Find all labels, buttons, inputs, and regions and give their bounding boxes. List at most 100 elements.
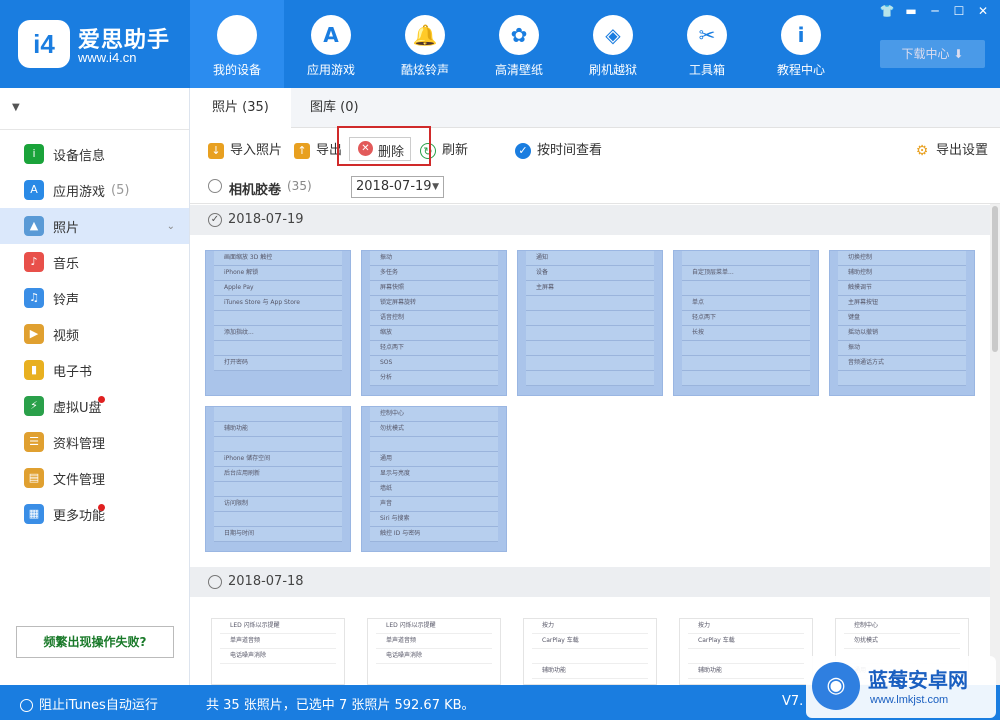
thumbnail-text-row bbox=[682, 371, 810, 386]
thumbnail-text-row bbox=[370, 437, 498, 452]
sidebar-item[interactable]: ♪ 音乐 bbox=[0, 244, 189, 280]
date-group-header[interactable]: 2018-07-18 bbox=[190, 567, 990, 597]
bell-icon: ♫ bbox=[24, 288, 44, 308]
photo-thumbnail[interactable]: 振动 多任务 屏幕快照 锁定屏幕旋转 语音控制 缩放 轻点两下 SOS 分析 bbox=[361, 250, 507, 396]
notification-dot bbox=[98, 396, 105, 403]
sidebar-item-label: 电子书 bbox=[53, 364, 93, 380]
sidebar-item[interactable]: A 应用游戏 (5) bbox=[0, 172, 189, 208]
thumbnail-text-row: 控制中心 bbox=[370, 407, 498, 422]
app-logo: i4 bbox=[18, 20, 70, 68]
photo-thumbnail[interactable]: 按力 CarPlay 车载 辅助功能 bbox=[523, 618, 657, 685]
tab-photos[interactable]: 照片 (35) bbox=[190, 88, 291, 129]
photo-thumbnail[interactable]: 切换控制 辅助控制 触摸调节 主屏幕按钮 键盘 摇动以撤销 振动 音频通话方式 bbox=[829, 250, 975, 396]
nav-item[interactable]: 🔔 酷炫铃声 bbox=[378, 0, 472, 88]
album-label: 相机胶卷 bbox=[229, 183, 282, 198]
download-center-button[interactable]: 下载中心 ⬇ bbox=[880, 40, 985, 68]
minimize-icon[interactable]: ─ bbox=[924, 2, 946, 20]
thumbnail-text-row bbox=[526, 341, 654, 356]
thumbnail-text-row bbox=[214, 512, 342, 527]
caret-down-icon: ▼ bbox=[12, 102, 20, 113]
help-button[interactable]: 频繁出现操作失败? bbox=[16, 626, 174, 658]
thumbnail-text-row bbox=[682, 341, 810, 356]
sidebar-item[interactable]: ▶ 视频 bbox=[0, 316, 189, 352]
selection-summary: 共 35 张照片，已选中 7 张照片 592.67 KB。 bbox=[206, 698, 475, 713]
nav-item[interactable]: ✂ 工具箱 bbox=[660, 0, 754, 88]
thumbnail-text-row: 分析 bbox=[370, 371, 498, 386]
thumbnail-text-row: SOS bbox=[370, 356, 498, 371]
block-itunes-toggle[interactable]: 阻止iTunes自动运行 bbox=[20, 694, 158, 713]
sidebar-item[interactable]: ▦ 更多功能 bbox=[0, 496, 189, 532]
gear-icon: ⚙ bbox=[914, 143, 930, 159]
menu-icon[interactable]: ▬ bbox=[900, 2, 922, 20]
thumbnail-text-row: 勿扰模式 bbox=[370, 422, 498, 437]
watermark-url: www.lmkjst.com bbox=[870, 694, 949, 706]
photo-thumbnail[interactable]: 控制中心 勿扰模式 通用 显示与亮度 墙纸 声音 Siri 与搜索 触控 ID 与密码 bbox=[361, 406, 507, 552]
delete-button[interactable]: ✕ 删除 bbox=[349, 137, 411, 161]
sidebar-item-label: 铃声 bbox=[53, 292, 80, 308]
photo-thumbnail[interactable]: 按力 CarPlay 车载 辅助功能 bbox=[679, 618, 813, 685]
photo-thumbnail[interactable]: 自定顶层菜单... 单点 轻点两下 长按 bbox=[673, 250, 819, 396]
sidebar-item[interactable]: ⚡ 虚拟U盘 bbox=[0, 388, 189, 424]
thumbnail-text-row: 日期与时间 bbox=[214, 527, 342, 542]
close-icon[interactable]: ✕ bbox=[972, 2, 994, 20]
nav-item[interactable]: i 教程中心 bbox=[754, 0, 848, 88]
skin-icon[interactable]: 👕 bbox=[876, 2, 898, 20]
top-bar: i4 爱思助手 www.i4.cn 我的设备 A 应用游戏 🔔 酷炫铃声 ✿ 高清壁纸 ◈ 刷机… bbox=[0, 0, 1000, 88]
group-check-icon[interactable]: ✓ bbox=[208, 213, 222, 227]
photo-thumbnail[interactable]: 通知 设备 主屏幕 bbox=[517, 250, 663, 396]
thumbnail-text-row: 勿扰模式 bbox=[844, 634, 960, 649]
tab-gallery[interactable]: 图库 (0) bbox=[288, 88, 381, 128]
android-icon: ◉ bbox=[812, 662, 860, 710]
photo-thumbnail[interactable]: 辅助功能 iPhone 储存空间 后台应用刷新 访问限制 日期与时间 bbox=[205, 406, 351, 552]
export-settings-label: 导出设置 bbox=[936, 143, 989, 158]
photo-thumbnail[interactable]: LED 闪烁以示提醒 单声道音频 电话噪声消除 bbox=[211, 618, 345, 685]
thumbnail-text-row: 缩放 bbox=[370, 326, 498, 341]
nav-item[interactable]: 我的设备 bbox=[190, 0, 284, 88]
device-selector[interactable]: ▼ bbox=[0, 88, 189, 130]
nav-item[interactable]: ◈ 刷机越狱 bbox=[566, 0, 660, 88]
sidebar-item-label: 设备信息 bbox=[53, 148, 106, 164]
thumbnail-text-row: 添加指纹... bbox=[214, 326, 342, 341]
thumbnail-text-row: 电话噪声消除 bbox=[376, 649, 492, 664]
nav-label: 应用游戏 bbox=[306, 63, 355, 77]
export-button[interactable]: ↑ 导出 bbox=[294, 140, 342, 162]
thumbnail-text-row: 按力 bbox=[532, 619, 648, 634]
brand-url: www.i4.cn bbox=[78, 50, 137, 65]
sidebar-item-label: 音乐 bbox=[53, 256, 80, 272]
nav-item[interactable]: ✿ 高清壁纸 bbox=[472, 0, 566, 88]
music-icon: ♪ bbox=[24, 252, 44, 272]
scrollbar[interactable] bbox=[990, 204, 1000, 685]
sidebar-item-label: 照片 bbox=[53, 220, 80, 236]
version-label: V7. bbox=[782, 694, 804, 709]
sidebar-item[interactable]: ☰ 资料管理 bbox=[0, 424, 189, 460]
thumbnail-text-row bbox=[214, 341, 342, 356]
sidebar-item[interactable]: ▤ 文件管理 bbox=[0, 460, 189, 496]
thumbnail-text-row: 按力 bbox=[688, 619, 804, 634]
export-settings-button[interactable]: ⚙ 导出设置 bbox=[914, 140, 988, 162]
thumbnail-text-row: CarPlay 车载 bbox=[688, 634, 804, 649]
thumbnail-text-row: LED 闪烁以示提醒 bbox=[376, 619, 492, 634]
sidebar-item-label: 视频 bbox=[53, 328, 80, 344]
photo-thumbnail[interactable]: LED 闪烁以示提醒 单声道音频 电话噪声消除 bbox=[367, 618, 501, 685]
album-radio[interactable] bbox=[208, 179, 222, 193]
date-select[interactable]: 2018-07-19 ▼ bbox=[351, 176, 444, 198]
sidebar-item[interactable]: ▮ 电子书 bbox=[0, 352, 189, 388]
import-photos-button[interactable]: ↓ 导入照片 bbox=[208, 140, 282, 162]
date-group-header[interactable]: ✓ 2018-07-19 bbox=[190, 205, 990, 235]
app-store-icon: A bbox=[24, 180, 44, 200]
usb-icon: ⚡ bbox=[24, 396, 44, 416]
thumbnail-text-row: 辅助控制 bbox=[838, 266, 966, 281]
thumbnail-text-row: 后台应用刷新 bbox=[214, 467, 342, 482]
sidebar-item[interactable]: ♫ 铃声 bbox=[0, 280, 189, 316]
info-icon: i bbox=[781, 15, 821, 55]
group-radio-icon[interactable] bbox=[208, 575, 222, 589]
nav-item[interactable]: A 应用游戏 bbox=[284, 0, 378, 88]
scroll-thumb[interactable] bbox=[992, 206, 998, 352]
sidebar-item[interactable]: i 设备信息 bbox=[0, 136, 189, 172]
maximize-icon[interactable]: ☐ bbox=[948, 2, 970, 20]
notification-dot bbox=[98, 504, 105, 511]
sidebar-item[interactable]: ▲ 照片 ⌄ bbox=[0, 208, 189, 244]
photo-thumbnail[interactable]: 画面缩放 3D 触控 iPhone 解锁 Apple Pay iTunes Store… bbox=[205, 250, 351, 396]
nav-label: 酷炫铃声 bbox=[400, 63, 449, 77]
view-by-time-button[interactable]: ✓ 按时间查看 bbox=[515, 140, 602, 162]
